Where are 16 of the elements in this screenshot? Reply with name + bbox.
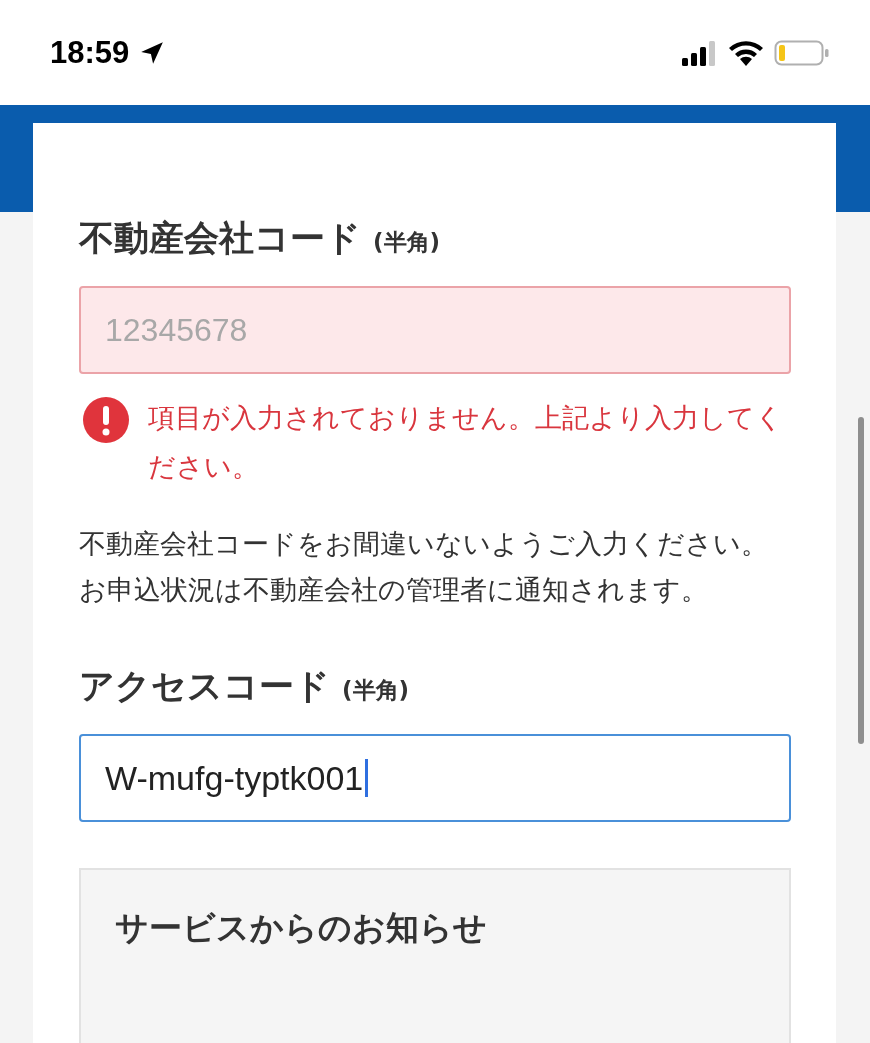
field-note: (半角) [342,676,410,705]
text-cursor [365,759,369,797]
location-arrow-icon [139,39,166,66]
clock-time: 18:59 [50,34,130,71]
wifi-icon [728,38,764,67]
error-message: 項目が入力されておりません。上記より入力してください。 [148,401,784,484]
battery-icon [774,38,830,67]
text-field[interactable]: W-mufg-typtk001 [79,734,791,822]
field-note: (半角) [373,228,441,257]
notice-title: サービスからのお知らせ [115,907,488,949]
field-label: 不動産会社コード [79,217,361,260]
signal-icon [682,39,718,66]
error-icon [82,396,130,444]
input-field[interactable]: 12345678 [79,286,791,374]
help-text: 不動産会社コードをお間違いないようご入力ください。お申込状況は不動産会社の管理者に通知されます。 [79,527,769,607]
field-label: アクセスコード [79,665,330,708]
